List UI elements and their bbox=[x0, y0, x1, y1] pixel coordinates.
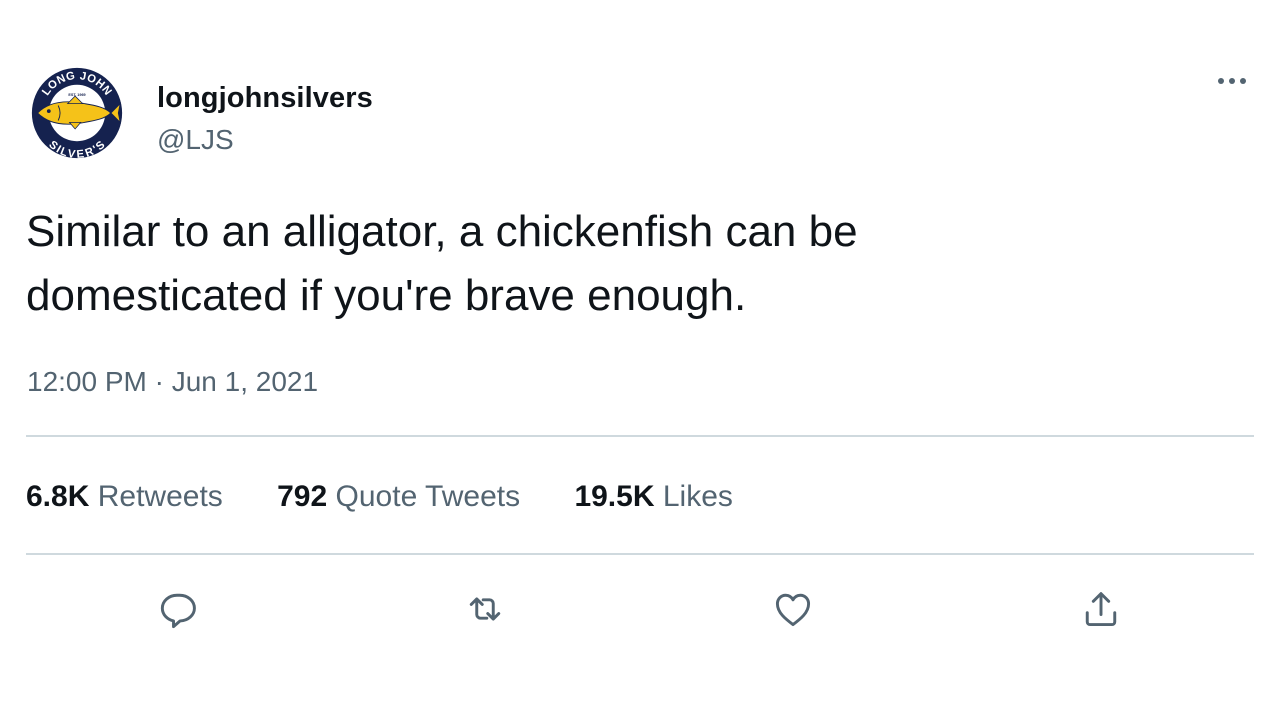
retweets-count: 6.8K bbox=[26, 480, 90, 513]
retweets-stat[interactable]: 6.8K Retweets bbox=[26, 480, 223, 514]
retweets-label: Retweets bbox=[97, 480, 223, 513]
like-icon bbox=[775, 593, 811, 627]
avatar[interactable]: LONG JOHN SILVER'S EST. 1969 bbox=[30, 66, 124, 161]
author-handle[interactable]: @LJS bbox=[157, 124, 234, 156]
retweet-icon bbox=[469, 597, 501, 621]
quote-tweets-stat[interactable]: 792 Quote Tweets bbox=[277, 480, 520, 514]
tweet-card: LONG JOHN SILVER'S EST. 1969 longjohnsil… bbox=[0, 0, 1280, 720]
likes-stat[interactable]: 19.5K Likes bbox=[574, 480, 732, 514]
divider bbox=[26, 435, 1254, 437]
reply-button[interactable] bbox=[152, 584, 202, 634]
long-john-silvers-logo-icon: LONG JOHN SILVER'S EST. 1969 bbox=[31, 67, 123, 161]
tweet-text-line: domesticated if you're brave enough. bbox=[26, 271, 747, 320]
tweet-stats: 6.8K Retweets 792 Quote Tweets 19.5K Lik… bbox=[26, 480, 779, 514]
tweet-timestamp[interactable]: 12:00 PM · Jun 1, 2021 bbox=[27, 366, 318, 398]
like-button[interactable] bbox=[768, 584, 818, 634]
more-options-button[interactable] bbox=[1212, 66, 1252, 96]
author-display-name[interactable]: longjohnsilvers bbox=[157, 82, 373, 115]
quote-tweets-count: 792 bbox=[277, 480, 328, 513]
share-icon bbox=[1085, 592, 1117, 627]
retweet-button[interactable] bbox=[460, 584, 510, 634]
more-dot-icon bbox=[1240, 78, 1246, 84]
tweet-text: Similar to an alligator, a chickenfish c… bbox=[26, 200, 1226, 328]
share-button[interactable] bbox=[1076, 584, 1126, 634]
reply-icon bbox=[160, 593, 196, 629]
likes-count: 19.5K bbox=[574, 480, 655, 513]
divider bbox=[26, 553, 1254, 555]
quote-tweets-label: Quote Tweets bbox=[335, 480, 521, 513]
tweet-text-line: Similar to an alligator, a chickenfish c… bbox=[26, 207, 858, 256]
more-dot-icon bbox=[1218, 78, 1224, 84]
likes-label: Likes bbox=[662, 480, 733, 513]
more-dot-icon bbox=[1229, 78, 1235, 84]
logo-text-est: EST. 1969 bbox=[68, 93, 85, 97]
